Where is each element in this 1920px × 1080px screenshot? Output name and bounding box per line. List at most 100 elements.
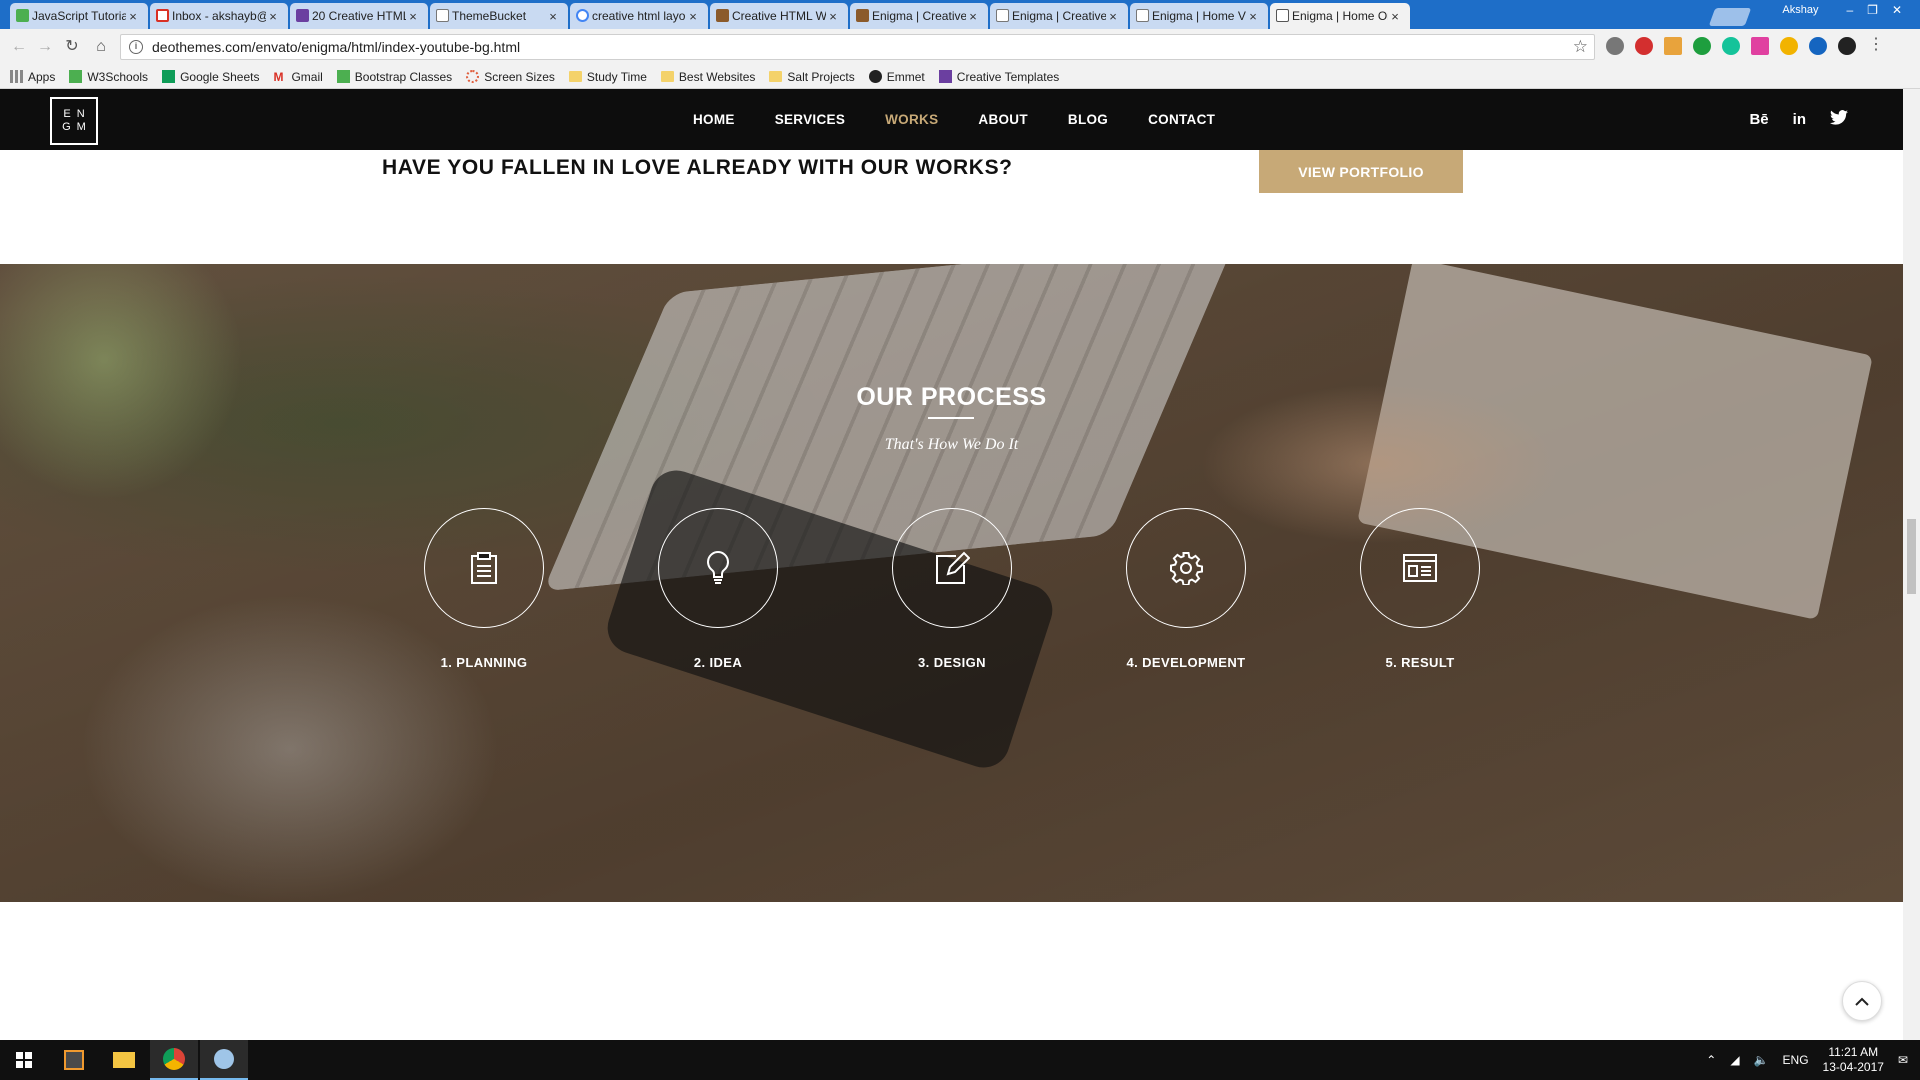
- bookmark-emmet[interactable]: Emmet: [868, 70, 925, 84]
- close-tab-icon[interactable]: ×: [126, 9, 140, 24]
- menu-kebab-icon[interactable]: ⋮: [1867, 37, 1885, 55]
- site-logo[interactable]: EN GM: [50, 97, 98, 145]
- nav-about[interactable]: ABOUT: [978, 112, 1028, 127]
- close-tab-icon[interactable]: ×: [1106, 9, 1120, 24]
- google-favicon-icon: [576, 9, 589, 22]
- minimize-icon[interactable]: –: [1846, 3, 1853, 17]
- enigma-favicon-icon: [856, 9, 869, 22]
- nav-home[interactable]: HOME: [693, 112, 735, 127]
- close-tab-icon[interactable]: ×: [1388, 9, 1402, 24]
- extension-icon[interactable]: [1780, 37, 1798, 55]
- twitter-icon[interactable]: [1830, 110, 1848, 129]
- taskbar-app-explorer[interactable]: [100, 1040, 148, 1080]
- grammarly-icon[interactable]: [1722, 37, 1740, 55]
- bookmark-apps[interactable]: Apps: [10, 70, 55, 84]
- gmail-favicon-icon: [156, 9, 169, 22]
- close-window-icon[interactable]: ✕: [1892, 3, 1902, 17]
- clock[interactable]: 11:21 AM 13-04-2017: [1823, 1045, 1884, 1075]
- chevron-up-icon[interactable]: ⌃: [1706, 1053, 1716, 1067]
- bookmark-w3schools[interactable]: W3Schools: [69, 70, 148, 84]
- main-menu: HOME SERVICES WORKS ABOUT BLOG CONTACT: [693, 89, 1215, 150]
- paint-icon: [214, 1049, 234, 1069]
- wifi-icon[interactable]: ◢: [1730, 1053, 1739, 1067]
- close-tab-icon[interactable]: ×: [686, 9, 700, 24]
- bookmark-folder-best-websites[interactable]: Best Websites: [660, 70, 755, 84]
- nav-services[interactable]: SERVICES: [775, 112, 845, 127]
- close-tab-icon[interactable]: ×: [406, 9, 420, 24]
- window-controls: Akshay – ❐ ✕: [1782, 0, 1902, 20]
- behance-icon[interactable]: Bē: [1749, 111, 1768, 128]
- bookmark-creative-templates[interactable]: Creative Templates: [938, 70, 1059, 84]
- apps-grid-icon: [10, 70, 23, 83]
- taskbar-app-paint[interactable]: [200, 1040, 248, 1080]
- bookmark-gmail[interactable]: M Gmail: [273, 70, 322, 85]
- close-tab-icon[interactable]: ×: [1246, 9, 1260, 24]
- extension-icon[interactable]: [1838, 37, 1856, 55]
- browser-tab[interactable]: Enigma | Home Vide×: [1130, 3, 1268, 29]
- view-portfolio-button[interactable]: VIEW PORTFOLIO: [1259, 150, 1463, 193]
- notifications-icon[interactable]: ✉: [1898, 1053, 1908, 1067]
- browser-tab[interactable]: ThemeBucket ×: [430, 3, 568, 29]
- folder-icon: [660, 71, 674, 82]
- envato-favicon-icon: [296, 9, 309, 22]
- bookmark-folder-salt-projects[interactable]: Salt Projects: [769, 70, 855, 84]
- browser-tab-active[interactable]: Enigma | Home One×: [1270, 3, 1410, 29]
- linkedin-icon[interactable]: in: [1793, 111, 1806, 128]
- home-icon[interactable]: ⌂: [92, 38, 110, 56]
- close-tab-icon[interactable]: ×: [266, 9, 280, 24]
- bookmark-screen-sizes[interactable]: Screen Sizes: [466, 70, 555, 84]
- site-header: EN GM HOME SERVICES WORKS ABOUT BLOG CON…: [0, 89, 1903, 150]
- bookmarks-bar: Apps W3Schools Google Sheets M Gmail Boot…: [0, 65, 1920, 89]
- close-tab-icon[interactable]: ×: [826, 9, 840, 24]
- folder-icon: [113, 1052, 135, 1068]
- page-favicon-icon: [436, 9, 449, 22]
- gmail-icon: M: [273, 70, 284, 84]
- browser-tab[interactable]: creative html layout ×: [570, 3, 708, 29]
- language-indicator[interactable]: ENG: [1783, 1053, 1809, 1067]
- edit-icon: [936, 551, 970, 584]
- step-label: 2. IDEA: [693, 655, 743, 670]
- browser-tab[interactable]: 20 Creative HTML5/×: [290, 3, 428, 29]
- nav-contact[interactable]: CONTACT: [1148, 112, 1215, 127]
- system-tray: ⌃ ◢ 🔈 ENG 11:21 AM 13-04-2017 ✉: [1706, 1040, 1920, 1080]
- info-icon[interactable]: i: [129, 40, 143, 54]
- extension-icon[interactable]: [1809, 37, 1827, 55]
- start-button[interactable]: [0, 1040, 48, 1080]
- browser-tab[interactable]: Creative HTML Web×: [710, 3, 848, 29]
- taskbar-app-sublime[interactable]: [50, 1040, 98, 1080]
- profile-name[interactable]: Akshay: [1782, 4, 1818, 16]
- back-icon[interactable]: ←: [10, 38, 28, 56]
- step-circle: [1126, 508, 1246, 628]
- bookmark-folder-study-time[interactable]: Study Time: [568, 70, 647, 84]
- close-tab-icon[interactable]: ×: [966, 9, 980, 24]
- chrome-icon: [163, 1048, 185, 1070]
- taskbar-app-chrome[interactable]: [150, 1040, 198, 1080]
- url-text[interactable]: deothemes.com/envato/enigma/html/index-y…: [152, 39, 520, 55]
- new-tab-button[interactable]: [1708, 8, 1752, 26]
- browser-tab[interactable]: Enigma | Creative Re×: [850, 3, 988, 29]
- extension-icon[interactable]: [1751, 37, 1769, 55]
- process-step-idea: 2. IDEA: [618, 508, 818, 670]
- nav-works[interactable]: WORKS: [885, 112, 938, 127]
- reload-icon[interactable]: ↻: [63, 38, 81, 56]
- nav-blog[interactable]: BLOG: [1068, 112, 1108, 127]
- adblock-icon[interactable]: [1635, 37, 1653, 55]
- browser-tab[interactable]: Enigma | Creative Re×: [990, 3, 1128, 29]
- extension-icon[interactable]: [1693, 37, 1711, 55]
- back-to-top-button[interactable]: [1842, 981, 1882, 1021]
- forward-icon[interactable]: →: [36, 38, 54, 56]
- browser-tab[interactable]: JavaScript Tutorial ×: [10, 3, 148, 29]
- volume-icon[interactable]: 🔈: [1754, 1053, 1769, 1067]
- bookmark-star-icon[interactable]: ☆: [1573, 37, 1588, 57]
- address-bar[interactable]: i deothemes.com/envato/enigma/html/index…: [120, 34, 1595, 60]
- extension-icon[interactable]: [1664, 37, 1682, 55]
- sublime-icon: [64, 1050, 84, 1070]
- extension-icon[interactable]: [1606, 37, 1624, 55]
- restore-icon[interactable]: ❐: [1867, 3, 1878, 17]
- scrollbar-thumb[interactable]: [1907, 519, 1916, 594]
- bookmark-google-sheets[interactable]: Google Sheets: [162, 70, 259, 84]
- bookmark-bootstrap-classes[interactable]: Bootstrap Classes: [336, 70, 452, 84]
- page-scrollbar[interactable]: [1903, 89, 1920, 1040]
- close-tab-icon[interactable]: ×: [546, 9, 560, 24]
- browser-tab[interactable]: Inbox - akshayb@sa×: [150, 3, 288, 29]
